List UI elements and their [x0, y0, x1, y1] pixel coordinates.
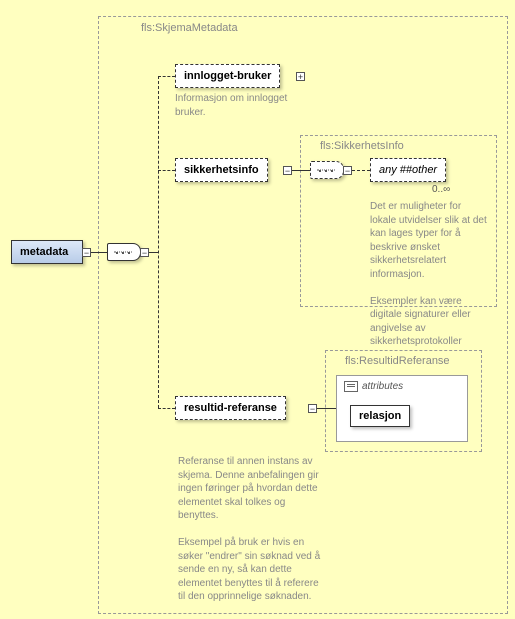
resultid-referanse-collapse[interactable]	[308, 404, 317, 413]
attributes-icon	[344, 381, 358, 392]
metadata-label: metadata	[20, 246, 68, 258]
sikkerhetsinfo-seq-collapse[interactable]	[343, 166, 352, 175]
sikkerhetsinfo-type-label: fls:SikkerhetsInfo	[320, 140, 404, 152]
sikkerhetsinfo-label: sikkerhetsinfo	[184, 164, 259, 176]
innlogget-bruker-label: innlogget-bruker	[184, 70, 271, 82]
connector	[352, 170, 370, 171]
metadata-collapse[interactable]	[82, 248, 91, 257]
metadata-node[interactable]: metadata	[11, 240, 83, 264]
sikkerhetsinfo-desc: Det er muligheter for lokale utvidelser …	[370, 200, 490, 349]
resultid-referanse-desc: Referanse til annen instans av skjema. D…	[178, 455, 328, 604]
any-other-cardinality: 0..∞	[432, 184, 450, 195]
connector	[317, 408, 336, 409]
connector	[158, 408, 175, 409]
attributes-label: attributes	[362, 381, 403, 392]
connector	[149, 252, 158, 253]
innlogget-bruker-desc: Informasjon om innlogget bruker.	[175, 92, 305, 119]
any-other-node[interactable]: any ##other	[370, 158, 446, 182]
sequence-icon	[310, 161, 344, 179]
sikkerhetsinfo-node[interactable]: sikkerhetsinfo	[175, 158, 268, 182]
connector	[158, 76, 175, 77]
resultid-referanse-node[interactable]: resultid-referanse	[175, 396, 286, 420]
connector	[158, 170, 175, 171]
connector	[91, 252, 107, 253]
sequence-icon	[107, 243, 141, 261]
any-other-label: any ##other	[379, 164, 437, 176]
innlogget-bruker-expand[interactable]	[296, 72, 305, 81]
resultid-referanse-type-label: fls:ResultidReferanse	[345, 355, 450, 367]
skjema-metadata-label: fls:SkjemaMetadata	[141, 22, 238, 34]
connector	[292, 170, 310, 171]
connector	[158, 76, 159, 408]
sequence-collapse[interactable]	[140, 248, 149, 257]
innlogget-bruker-node[interactable]: innlogget-bruker	[175, 64, 280, 88]
relasjon-label: relasjon	[359, 410, 401, 422]
resultid-referanse-label: resultid-referanse	[184, 402, 277, 414]
relasjon-node[interactable]: relasjon	[350, 405, 410, 427]
attributes-header: attributes	[344, 381, 403, 392]
sikkerhetsinfo-collapse[interactable]	[283, 166, 292, 175]
